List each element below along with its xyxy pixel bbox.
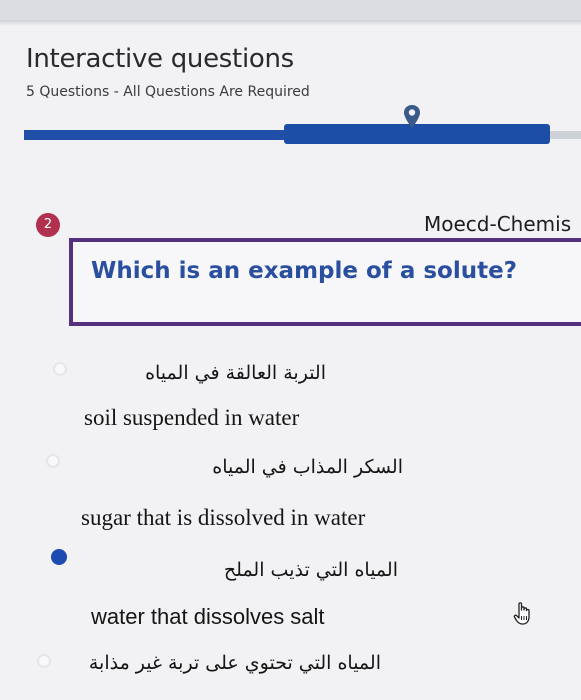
progress-track: [24, 130, 284, 140]
progress-remaining: [550, 131, 581, 139]
question-text: Which is an example of a solute?: [91, 258, 518, 284]
page-title: Interactive questions: [26, 44, 294, 74]
top-shadow: [0, 20, 581, 26]
option-4-radio[interactable]: [37, 654, 51, 668]
option-4-arabic[interactable]: المياه التي تحتوي على تربة غير مذابة: [89, 652, 381, 674]
option-2-english[interactable]: sugar that is dissolved in water: [81, 505, 365, 531]
question-number-badge: 2: [36, 213, 60, 237]
option-2-radio[interactable]: [46, 454, 60, 468]
option-1-english[interactable]: soil suspended in water: [84, 405, 299, 431]
option-3-english[interactable]: water that dissolves salt: [91, 604, 325, 630]
option-3-radio-selected[interactable]: [51, 549, 67, 565]
option-3-arabic[interactable]: المياه التي تذيب الملح: [224, 559, 398, 581]
page-subtitle: 5 Questions - All Questions Are Required: [26, 84, 310, 100]
option-1-radio[interactable]: [53, 362, 67, 376]
option-2-arabic[interactable]: السكر المذاب في المياه: [212, 456, 403, 478]
question-box: Which is an example of a solute?: [69, 238, 581, 326]
option-1-arabic[interactable]: التربة العالقة في المياه: [145, 362, 326, 384]
location-pin-icon: [404, 105, 420, 128]
hand-pointer-icon: [513, 602, 530, 625]
course-label: Moecd-Chemis: [424, 212, 572, 236]
top-bar: [0, 0, 581, 20]
